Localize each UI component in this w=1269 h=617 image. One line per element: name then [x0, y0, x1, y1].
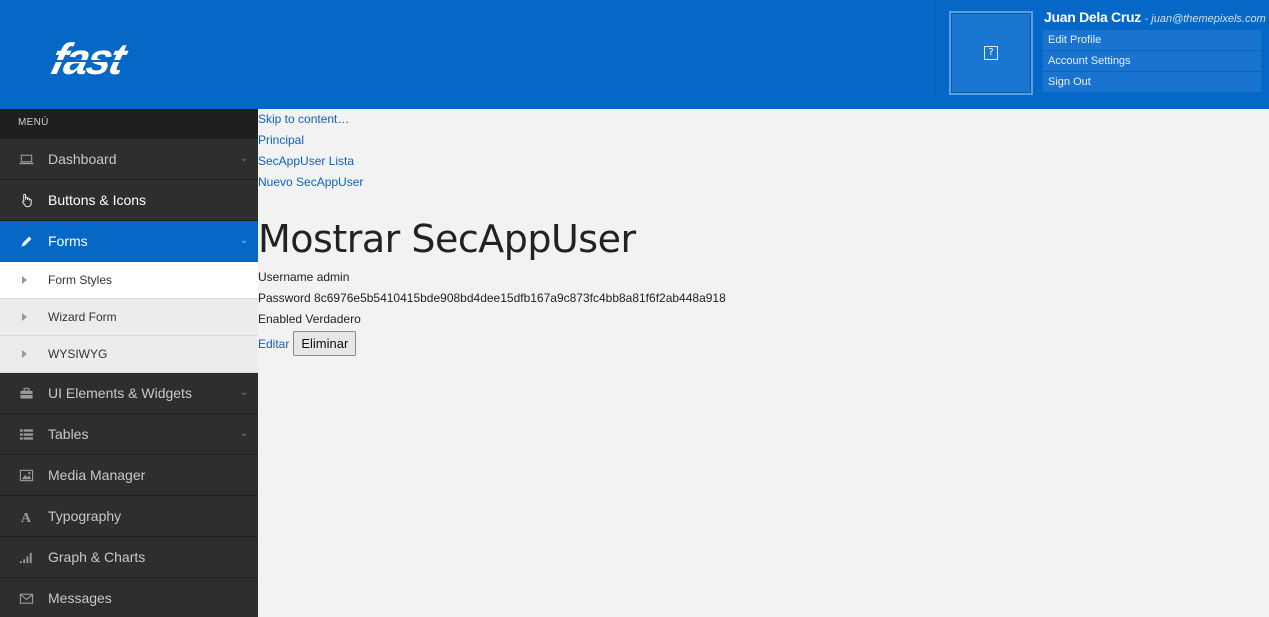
sidebar-item-messages[interactable]: Messages — [0, 578, 258, 617]
svg-text:A: A — [21, 510, 32, 524]
caret-right-icon — [22, 313, 27, 321]
sidebar-item-forms[interactable]: Forms ⌄ — [0, 221, 258, 262]
user-email: - juan@themepixels.com — [1144, 13, 1266, 25]
sidebar-item-graph-charts[interactable]: Graph & Charts — [0, 537, 258, 578]
sign-out-link[interactable]: Sign Out — [1043, 72, 1261, 92]
menu-heading: MENÚ — [0, 109, 258, 139]
chevron-down-icon: ⌄ — [239, 235, 248, 246]
user-name-text: Juan Dela Cruz — [1044, 9, 1141, 25]
user-name: Juan Dela Cruz - juan@themepixels.com — [1044, 9, 1266, 25]
user-menu: Edit Profile Account Settings Sign Out — [1043, 30, 1261, 93]
sidebar-item-typography[interactable]: A Typography — [0, 496, 258, 537]
delete-button[interactable]: Eliminar — [293, 331, 357, 356]
chevron-down-icon: ⌄ — [239, 387, 248, 398]
fast-logo[interactable]: fast — [48, 38, 208, 80]
signal-icon — [19, 552, 32, 564]
sidebar-item-label: Media Manager — [48, 467, 146, 483]
new-secappuser-link[interactable]: Nuevo SecAppUser — [258, 172, 1269, 193]
enabled-field: Enabled Verdadero — [258, 312, 361, 326]
secappuser-list-link[interactable]: SecAppUser Lista — [258, 151, 1269, 172]
sidebar-item-label: UI Elements & Widgets — [48, 385, 192, 401]
sidebar-item-label: Typography — [48, 508, 122, 524]
svg-text:fast: fast — [48, 38, 133, 80]
submenu-item-label: Form Styles — [48, 273, 113, 287]
top-header: fast ? Juan Dela Cruz - juan@themepixels… — [0, 0, 1269, 109]
pencil-icon — [21, 236, 32, 247]
envelope-icon — [19, 593, 34, 604]
chevron-down-icon: ⌄ — [239, 428, 248, 439]
briefcase-icon — [20, 387, 33, 399]
sidebar-item-label: Buttons & Icons — [48, 192, 147, 208]
laptop-icon — [19, 154, 34, 165]
sidebar-item-label: Tables — [48, 426, 89, 442]
main-content: Skip to content… Principal SecAppUser Li… — [258, 109, 1269, 617]
page-title: Mostrar SecAppUser — [258, 217, 636, 261]
caret-right-icon — [22, 276, 27, 284]
sidebar-item-label: Graph & Charts — [48, 549, 146, 565]
broken-image-icon: ? — [984, 46, 998, 60]
sidebar-item-ui-elements[interactable]: UI Elements & Widgets ⌄ — [0, 373, 258, 414]
chevron-down-icon: ⌄ — [239, 153, 248, 164]
submenu-item-wizard-form[interactable]: Wizard Form — [0, 299, 258, 336]
caret-right-icon — [22, 350, 27, 358]
submenu-item-label: WYSIWYG — [48, 347, 108, 361]
record-actions: Editar Eliminar — [258, 331, 1269, 356]
sidebar-item-label: Forms — [48, 233, 88, 249]
user-panel: ? Juan Dela Cruz - juan@themepixels.com … — [935, 0, 1269, 96]
sidebar: MENÚ Dashboard ⌄ Buttons & Icons Forms ⌄… — [0, 109, 258, 617]
username-field: Username admin — [258, 270, 350, 284]
list-icon — [19, 429, 34, 440]
principal-link[interactable]: Principal — [258, 130, 1269, 151]
sidebar-item-label: Messages — [48, 590, 112, 606]
edit-link[interactable]: Editar — [258, 337, 289, 351]
sidebar-item-media-manager[interactable]: Media Manager — [0, 455, 258, 496]
hand-pointer-icon — [22, 193, 32, 208]
skip-to-content-link[interactable]: Skip to content… — [258, 109, 1269, 130]
submenu-item-label: Wizard Form — [48, 310, 117, 324]
user-avatar[interactable]: ? — [949, 11, 1033, 95]
submenu-item-form-styles[interactable]: Form Styles — [0, 262, 258, 299]
password-field: Password 8c6976e5b5410415bde908bd4dee15d… — [258, 291, 726, 305]
submenu-item-wysiwyg[interactable]: WYSIWYG — [0, 336, 258, 373]
sidebar-item-label: Dashboard — [48, 151, 117, 167]
sidebar-item-tables[interactable]: Tables ⌄ — [0, 414, 258, 455]
sidebar-item-dashboard[interactable]: Dashboard ⌄ — [0, 139, 258, 180]
page-links: Skip to content… Principal SecAppUser Li… — [258, 109, 1269, 193]
image-icon — [19, 469, 34, 482]
edit-profile-link[interactable]: Edit Profile — [1043, 30, 1261, 50]
account-settings-link[interactable]: Account Settings — [1043, 51, 1261, 71]
font-icon: A — [21, 510, 32, 524]
sidebar-item-buttons-icons[interactable]: Buttons & Icons — [0, 180, 258, 221]
